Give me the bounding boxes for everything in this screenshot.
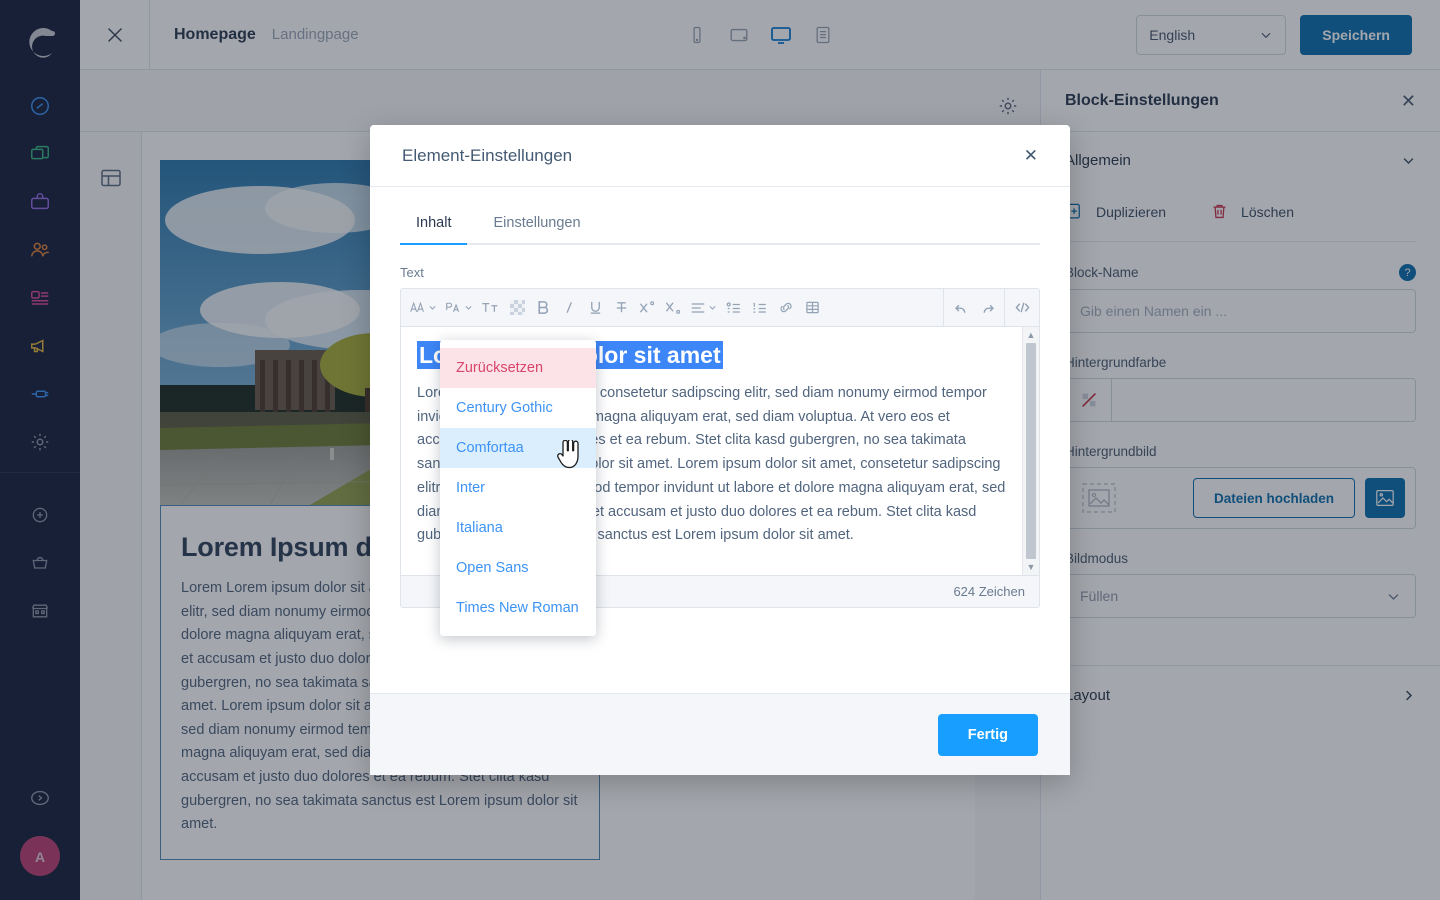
font-menu-item-inter[interactable]: Inter xyxy=(440,468,596,508)
font-family-icon[interactable] xyxy=(405,293,441,323)
font-menu-item-century-gothic[interactable]: Century Gothic xyxy=(440,388,596,428)
tab-inhalt[interactable]: Inhalt xyxy=(400,205,468,245)
font-family-dropdown: Zurücksetzen Century Gothic Comfortaa In… xyxy=(440,340,596,636)
done-button[interactable]: Fertig xyxy=(937,713,1038,756)
editor-scrollbar[interactable]: ▲ ▼ xyxy=(1022,327,1039,575)
modal-header: Element-Einstellungen ✕ xyxy=(370,125,1070,187)
scroll-down-icon[interactable]: ▼ xyxy=(1023,562,1039,572)
scroll-up-icon[interactable]: ▲ xyxy=(1023,330,1039,340)
character-count: 624 Zeichen xyxy=(953,584,1025,599)
align-icon[interactable] xyxy=(686,293,721,323)
modal-tabs: Inhalt Einstellungen xyxy=(400,205,1040,245)
font-menu-item-times-new-roman[interactable]: Times New Roman xyxy=(440,588,596,628)
close-icon[interactable]: ✕ xyxy=(1024,147,1038,164)
redo-icon[interactable] xyxy=(974,293,1000,323)
color-swatch-icon[interactable] xyxy=(504,293,530,323)
modal-title: Element-Einstellungen xyxy=(402,145,573,165)
tab-einstellungen[interactable]: Einstellungen xyxy=(477,205,596,243)
table-icon[interactable] xyxy=(799,293,825,323)
superscript-icon[interactable] xyxy=(634,293,660,323)
font-menu-item-reset[interactable]: Zurücksetzen xyxy=(440,348,596,388)
font-menu-item-italiana[interactable]: Italiana xyxy=(440,508,596,548)
strikethrough-icon[interactable] xyxy=(608,293,634,323)
scrollbar-thumb[interactable] xyxy=(1026,343,1036,559)
font-size-icon[interactable] xyxy=(441,293,477,323)
undo-icon[interactable] xyxy=(948,293,974,323)
numbered-list-icon[interactable] xyxy=(747,293,773,323)
editor-toolbar xyxy=(401,288,1039,327)
font-menu-item-comfortaa[interactable]: Comfortaa xyxy=(440,428,596,468)
text-format-icon[interactable] xyxy=(477,293,504,323)
bold-icon[interactable] xyxy=(530,293,556,323)
text-field-label: Text xyxy=(400,265,424,280)
code-icon[interactable] xyxy=(1009,293,1035,323)
font-menu-item-open-sans[interactable]: Open Sans xyxy=(440,548,596,588)
subscript-icon[interactable] xyxy=(660,293,686,323)
bullet-list-icon[interactable] xyxy=(721,293,747,323)
underline-icon[interactable] xyxy=(582,293,608,323)
italic-icon[interactable] xyxy=(556,293,582,323)
modal-footer: Fertig xyxy=(370,693,1070,775)
link-icon[interactable] xyxy=(773,293,799,323)
